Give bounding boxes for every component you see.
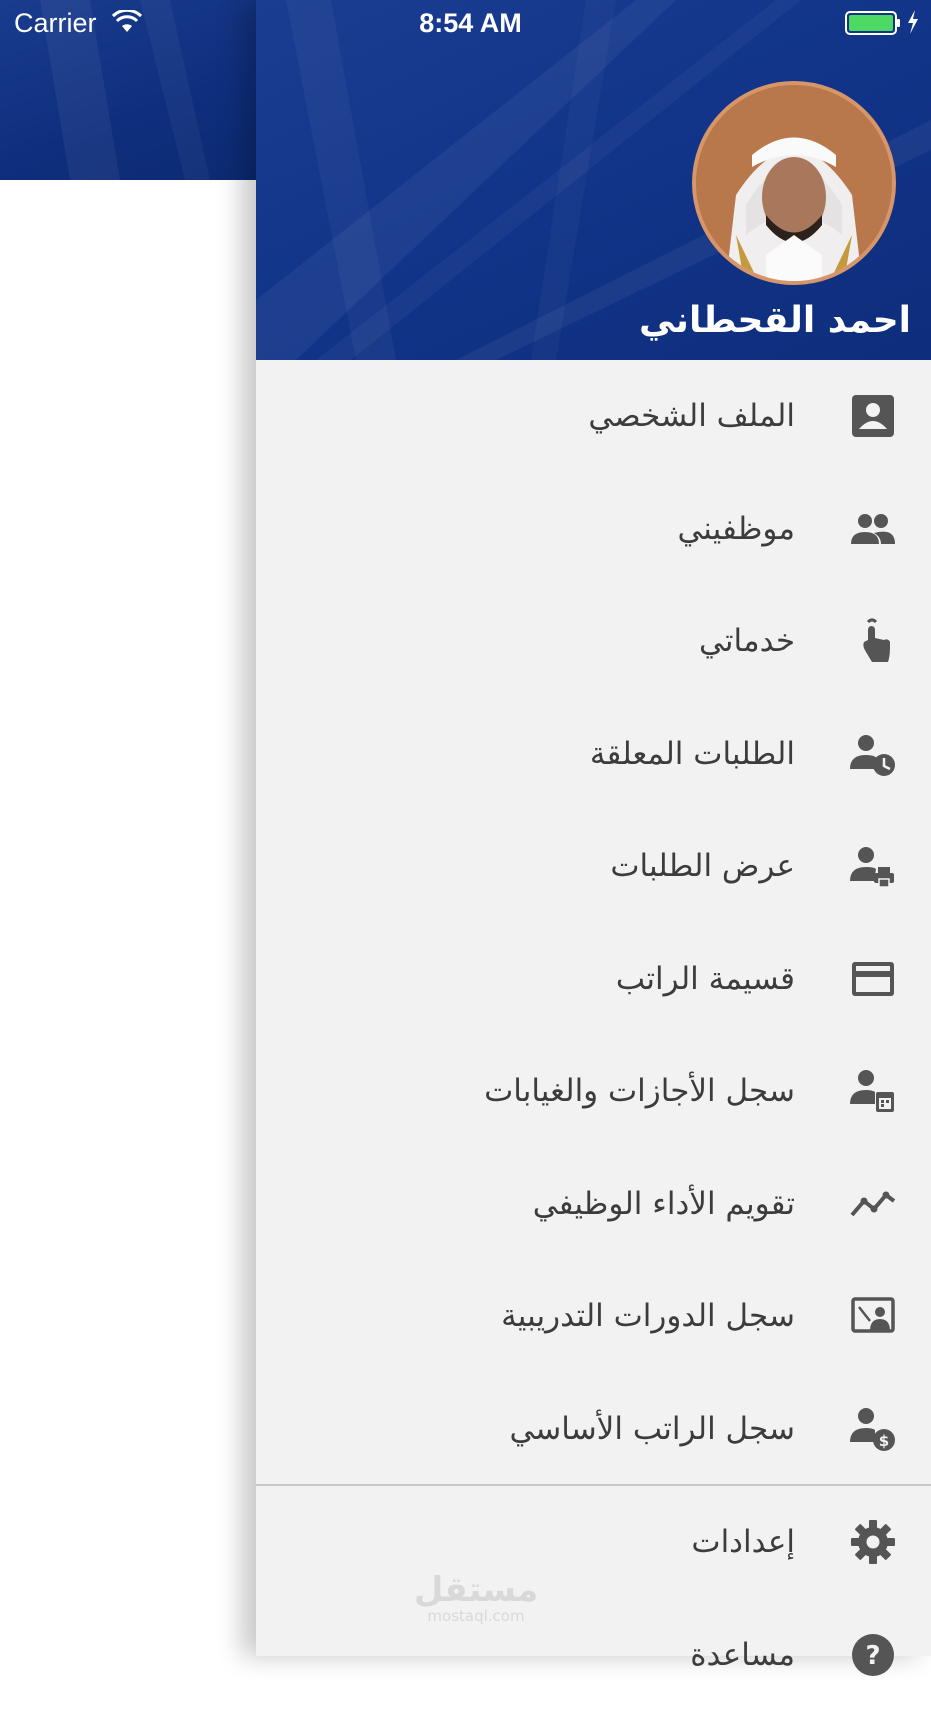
svg-text:$: $: [879, 1432, 889, 1450]
presentation-icon: [850, 1293, 896, 1339]
menu-item-label: عرض الطلبات: [610, 848, 795, 884]
menu-item-settings[interactable]: إعدادات: [256, 1486, 931, 1599]
menu-item-pending-requests[interactable]: الطلبات المعلقة: [256, 698, 931, 811]
charging-bolt-icon: [906, 10, 920, 34]
drawer-menu: الملف الشخصي موظفيني خدماتي: [256, 360, 931, 1485]
menu-item-label: إعدادات: [691, 1524, 795, 1560]
drawer-settings-menu: إعدادات مساعدة ?: [256, 1486, 931, 1711]
person-dollar-icon: $: [850, 1406, 896, 1452]
menu-item-label: تقويم الأداء الوظيفي: [533, 1186, 795, 1222]
menu-item-label: الطلبات المعلقة: [590, 736, 795, 772]
status-time: 8:54 AM: [0, 8, 931, 39]
person-print-icon: [850, 843, 896, 889]
people-icon: [850, 506, 896, 552]
menu-item-label: موظفيني: [677, 511, 795, 547]
menu-item-profile[interactable]: الملف الشخصي: [256, 360, 931, 473]
menu-item-label: مساعدة: [690, 1637, 795, 1673]
avatar-photo: [696, 85, 892, 281]
profile-card-icon: [850, 393, 896, 439]
battery-icon: [845, 11, 901, 35]
menu-item-label: خدماتي: [699, 623, 795, 659]
menu-item-training-record[interactable]: سجل الدورات التدريبية: [256, 1260, 931, 1373]
menu-item-label: سجل الأجازات والغيابات: [484, 1073, 795, 1109]
menu-item-base-salary-record[interactable]: سجل الراتب الأساسي $: [256, 1373, 931, 1486]
person-clock-icon: [850, 731, 896, 777]
avatar[interactable]: [692, 81, 896, 285]
person-calendar-icon: [850, 1068, 896, 1114]
menu-item-help[interactable]: مساعدة ?: [256, 1599, 931, 1711]
gear-icon: [850, 1519, 896, 1565]
watermark: مستقل mostaql.com: [406, 1572, 546, 1624]
menu-item-my-employees[interactable]: موظفيني: [256, 473, 931, 586]
menu-item-payslip[interactable]: قسيمة الراتب: [256, 923, 931, 1036]
menu-item-performance-review[interactable]: تقويم الأداء الوظيفي: [256, 1148, 931, 1261]
menu-item-view-requests[interactable]: عرض الطلبات: [256, 810, 931, 923]
touch-icon: [850, 618, 896, 664]
status-bar: Carrier 8:54 AM: [0, 0, 931, 46]
menu-item-label: سجل الدورات التدريبية: [501, 1298, 795, 1334]
credit-card-icon: [850, 956, 896, 1002]
menu-item-my-services[interactable]: خدماتي: [256, 585, 931, 698]
menu-item-label: قسيمة الراتب: [616, 961, 795, 997]
menu-item-label: سجل الراتب الأساسي: [509, 1411, 795, 1447]
menu-item-leave-record[interactable]: سجل الأجازات والغيابات: [256, 1035, 931, 1148]
navigation-drawer: احمد القحطاني الملف الشخصي موظفيني خدمات…: [256, 0, 931, 1656]
menu-item-label: الملف الشخصي: [588, 398, 795, 434]
user-name: احمد القحطاني: [639, 300, 911, 341]
watermark-latin: mostaql.com: [406, 1608, 546, 1624]
trending-icon: [850, 1181, 896, 1227]
watermark-arabic: مستقل: [406, 1572, 546, 1608]
drawer-header: احمد القحطاني: [256, 0, 931, 360]
help-icon: ?: [850, 1632, 896, 1678]
